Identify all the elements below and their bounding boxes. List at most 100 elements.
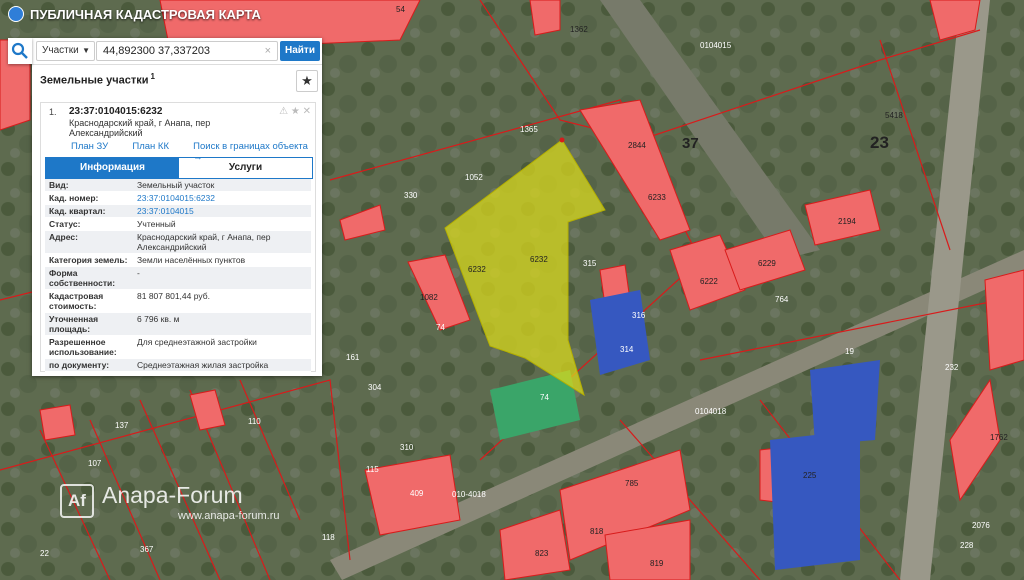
map-label: 010-4018 [452,490,486,499]
table-row: Разрешенное использование: Для среднеэтаж… [45,335,311,359]
results-title-text: Земельные участки [40,74,149,87]
map-label: 74 [540,393,549,402]
info-key: Кадастровая стоимость: [45,289,133,313]
search-toggle-button[interactable] [8,38,32,64]
map-label: 19 [845,347,854,356]
map-label: 2844 [628,141,646,150]
parcel-address: Краснодарский край, г Анапа, пер Алексан… [69,118,211,138]
table-row: Уточненная площадь: 6 796 кв. м [45,312,311,336]
map-label: 330 [404,191,418,200]
parcel-tabs: Информация Услуги [45,157,313,179]
info-key: Кад. квартал: [45,204,133,218]
search-type-label: Участки [42,45,79,56]
info-key: Вид: [45,179,133,192]
map-label: 6232 [530,255,548,264]
table-row: Статус: Учтенный [45,217,311,231]
map-label: 823 [535,549,549,558]
map-label: 785 [625,479,639,488]
map-label: 310 [400,443,414,452]
map-label: 409 [410,489,424,498]
app-title: ПУБЛИЧНАЯ КАДАСТРОВАЯ КАРТА [30,6,261,22]
map-label: 110 [248,417,261,426]
map-label: 1762 [990,433,1008,442]
map-label: 5418 [885,111,903,120]
warning-icon[interactable]: ⚠ [279,106,288,117]
info-value: - [133,266,311,290]
star-icon[interactable]: ★ [291,106,300,117]
info-value: Краснодарский край, г Анапа, пер Алексан… [133,230,311,254]
info-value: 6 796 кв. м [133,312,311,336]
map-label: 2076 [972,521,990,530]
map-label: 37 [682,135,699,152]
info-key: Кад. номер: [45,191,133,205]
parcel-cad-number[interactable]: 23:37:0104015:6232 [69,106,162,117]
info-value[interactable]: 23:37:0104015 [133,204,311,218]
map-label: 367 [140,545,154,554]
info-value[interactable]: 23:37:0104015:6232 [133,191,311,205]
map-label: 819 [650,559,664,568]
results-title: Земельные участки 1 [40,72,155,87]
map-label: 6222 [700,277,718,286]
map-label: 0104018 [695,407,727,416]
find-button[interactable]: Найти [280,41,320,61]
search-icon [11,42,28,59]
info-key: Форма собственности: [45,266,133,290]
map-label: 315 [583,259,597,268]
map-label: 0104015 [700,41,732,50]
map-label: 232 [945,363,959,372]
map-label: 74 [436,323,445,332]
map-label: 1052 [465,173,483,182]
watermark-url: www.anapa-forum.ru [178,510,280,522]
info-key: Адрес: [45,230,133,254]
map-label: 137 [115,421,129,430]
watermark-logo: Af [60,484,94,518]
table-row: Вид: Земельный участок [45,179,311,192]
search-type-select[interactable]: Участки ▼ [36,41,95,61]
star-icon: ★ [301,73,313,88]
map-label: 225 [803,471,817,480]
info-value: Для среднеэтажной застройки [133,335,311,359]
parcel-info-table: Вид: Земельный участок Кад. номер: 23:37:0… [45,179,311,372]
watermark-name: Anapa-Forum [102,482,243,508]
map-label: 6229 [758,259,776,268]
info-key: Разрешенное использование: [45,335,133,359]
map-label: 304 [368,383,382,392]
map-label: 1365 [520,125,538,134]
top-bar: ПУБЛИЧНАЯ КАДАСТРОВАЯ КАРТА [0,0,1024,30]
card-actions: ⚠ ★ ✕ [279,106,311,117]
table-row: Адрес: Краснодарский край, г Анапа, пер А… [45,230,311,254]
parcel-index: 1. [49,107,57,117]
parcel-card: 1. 23:37:0104015:6232 Краснодарский край… [40,102,316,372]
map-label: 22 [40,549,49,558]
map-label: 228 [960,541,974,550]
table-row: Кад. квартал: 23:37:0104015 [45,204,311,218]
map-label: 6232 [468,265,486,274]
info-key: по документу: [45,358,133,372]
clear-icon[interactable]: × [265,42,271,60]
table-row: по документу: Среднеэтажная жилая застрой… [45,358,311,372]
map-label: 6233 [648,193,666,202]
close-icon[interactable]: ✕ [303,106,311,117]
info-key: Статус: [45,217,133,231]
info-value: Земельный участок [133,179,311,192]
app-brand[interactable]: ПУБЛИЧНАЯ КАДАСТРОВАЯ КАРТА [8,6,261,22]
map-label: 107 [88,459,102,468]
map-label: 316 [632,311,646,320]
info-key: Категория земель: [45,253,133,267]
selected-parcel-vertex [559,137,565,143]
chevron-down-icon: ▼ [82,46,90,55]
search-panel: Участки ▼ 44,892300 37,337203 × Найти Зе… [32,38,322,376]
tab-info[interactable]: Информация [46,158,179,178]
table-row: Категория земель: Земли населённых пункто… [45,253,311,267]
search-bar: Участки ▼ 44,892300 37,337203 × Найти [32,38,322,65]
info-key: Уточненная площадь: [45,312,133,336]
globe-icon [8,6,24,22]
map-label: 818 [590,527,604,536]
favorite-button[interactable]: ★ [296,70,318,92]
map-label: 115 [366,465,379,474]
search-input[interactable]: 44,892300 37,337203 × [96,41,278,61]
info-value: Земли населённых пунктов [133,253,311,267]
map-label: 314 [620,345,634,354]
tab-services[interactable]: Услуги [179,158,312,178]
map-label: 2194 [838,217,856,226]
